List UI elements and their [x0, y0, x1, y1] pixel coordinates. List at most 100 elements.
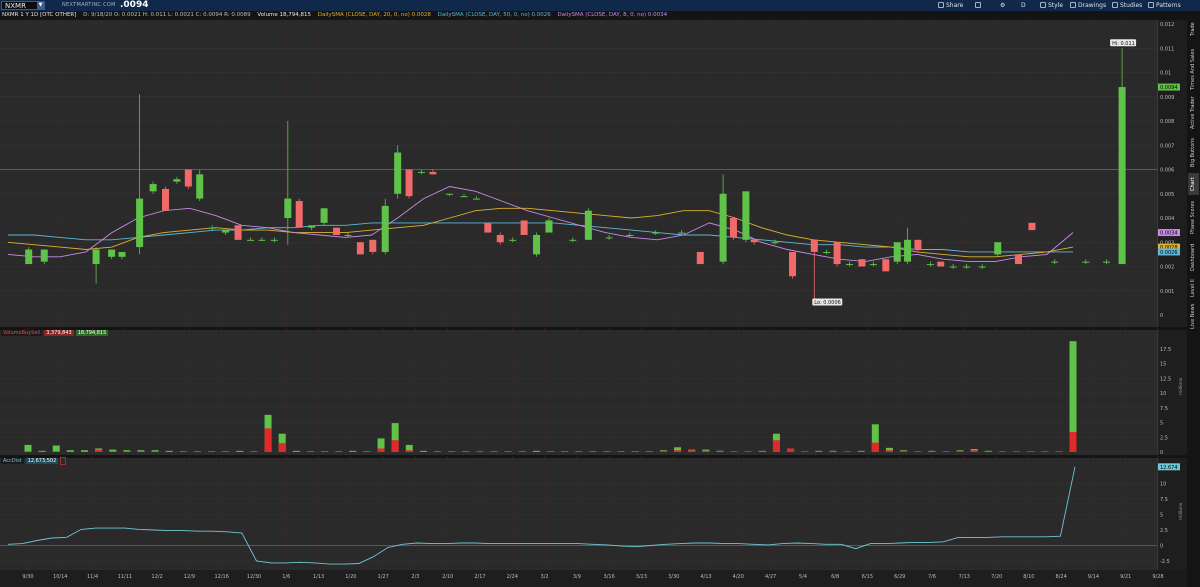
- candle-up: [719, 193, 727, 262]
- x-tick-label: 8/10: [1023, 574, 1034, 580]
- candle-up: [308, 225, 316, 228]
- x-tick-label: 6/15: [862, 574, 873, 580]
- candle-up: [545, 220, 553, 233]
- lo-label: Lo: 0.0006: [814, 300, 841, 306]
- volume-bar-sell: [137, 451, 145, 452]
- accdist-study-label[interactable]: AccDist 12,673,502: [1, 457, 68, 465]
- price-tick-label: 0.011: [1160, 46, 1174, 52]
- volume-tick-label: 5: [1160, 421, 1163, 427]
- price-tick-label: 0.007: [1160, 143, 1174, 149]
- candle-down: [356, 242, 364, 255]
- x-tick-label: 10/14: [53, 574, 67, 580]
- price-tick-label: 0.012: [1160, 22, 1174, 28]
- candle-up: [584, 210, 592, 240]
- tab-live-news[interactable]: Live News: [1188, 301, 1199, 331]
- volume-bar-sell: [659, 450, 667, 452]
- price-tick-label: 0.005: [1160, 192, 1174, 198]
- accdist-tick-label: 7.5: [1160, 497, 1168, 503]
- volume-bar-sell: [278, 443, 286, 452]
- candle-up: [678, 232, 686, 234]
- candle-down: [696, 251, 704, 265]
- volume-study-label[interactable]: VolumeBuySell 3,379,843 18,794,815: [1, 330, 110, 337]
- volume-tick-label: 10: [1160, 391, 1166, 397]
- candle-up: [196, 174, 204, 199]
- candle-down: [833, 242, 841, 265]
- candle-down: [1014, 254, 1022, 265]
- price-tick-label: 0: [1160, 313, 1163, 319]
- volume-buy-value: 18,794,815: [75, 330, 109, 336]
- x-tick-label: 3/2: [541, 574, 549, 580]
- x-tick-label: 4/27: [765, 574, 776, 580]
- candle-down: [810, 239, 818, 252]
- side-tab-strip: Trade Times And Sales Active Trader Big …: [1187, 11, 1200, 587]
- x-tick-label: 9/30: [22, 574, 33, 580]
- tab-level-ii[interactable]: Level II: [1188, 277, 1199, 299]
- volume-bar-sell: [52, 451, 60, 452]
- volume-bar-sell: [984, 451, 992, 452]
- tab-big-buttons[interactable]: Big Buttons: [1188, 135, 1199, 171]
- accdist-line: [7, 466, 1076, 565]
- candle-up: [320, 208, 328, 223]
- tab-dashboard[interactable]: Dashboard: [1188, 239, 1199, 275]
- x-tick-label: 12/9: [184, 574, 195, 580]
- candle-up: [652, 232, 660, 234]
- volume-bar-sell: [24, 451, 32, 452]
- x-tick-label: 9/21: [1120, 574, 1131, 580]
- candle-up: [418, 171, 426, 173]
- volume-bar-sell: [871, 442, 879, 452]
- candle-up: [846, 264, 854, 266]
- volume-bar-buy: [24, 444, 32, 452]
- x-tick-label: 5/4: [799, 574, 807, 580]
- tab-chart[interactable]: Chart: [1188, 173, 1199, 195]
- candle-down: [520, 220, 528, 235]
- candle-down: [484, 222, 492, 233]
- tab-phase-scores[interactable]: Phase Scores: [1188, 197, 1199, 237]
- volume-bar-sell: [815, 451, 823, 452]
- candle-up: [381, 205, 389, 252]
- candle-up: [904, 239, 912, 262]
- volume-bar-sell: [758, 451, 766, 452]
- tab-active-trader[interactable]: Active Trader: [1188, 93, 1199, 133]
- candle-up: [394, 152, 402, 194]
- accdist-settings-icon[interactable]: [60, 457, 67, 465]
- volume-tick-label: 2.5: [1160, 435, 1168, 441]
- candle-down: [234, 225, 242, 240]
- candle-down: [333, 227, 341, 235]
- accdist-tick-label: 10: [1160, 481, 1166, 487]
- x-tick-label: 4/13: [700, 574, 711, 580]
- candle-up: [1082, 261, 1090, 263]
- price-tick-label: 0.004: [1160, 216, 1174, 222]
- x-tick-label: 12/2: [152, 574, 163, 580]
- price-tick-label: 0.009: [1160, 95, 1174, 101]
- tab-times-and-sales[interactable]: Times And Sales: [1188, 47, 1199, 91]
- candle-up: [149, 184, 157, 192]
- candle-down: [882, 259, 890, 272]
- sma50-line: [8, 222, 1073, 253]
- x-tick-label: 7/20: [991, 574, 1002, 580]
- volume-unit-label: millions: [1178, 377, 1184, 395]
- volume-tick-label: 17.5: [1160, 347, 1171, 353]
- accdist-tick-label: 0: [1160, 544, 1163, 550]
- volume-bar-sell: [772, 440, 780, 452]
- x-tick-label: 12/16: [215, 574, 229, 580]
- candle-up: [222, 230, 230, 233]
- price-tick-label: 0.006: [1160, 168, 1174, 174]
- x-tick-label: 3/16: [604, 574, 615, 580]
- candle-up: [994, 242, 1002, 255]
- candle-down: [789, 251, 797, 277]
- candle-up: [605, 237, 613, 239]
- volume-bar-sell: [885, 450, 893, 452]
- volume-bar-sell: [928, 451, 936, 452]
- candle-up: [25, 249, 33, 265]
- volume-bar-sell: [702, 450, 710, 452]
- volume-study-name: VolumeBuySell: [1, 330, 43, 336]
- candle-up: [978, 266, 986, 268]
- accdist-tag-text: 12.674: [1160, 465, 1178, 471]
- volume-bar-sell: [674, 450, 682, 452]
- candle-up: [460, 196, 468, 198]
- candle-up: [118, 251, 126, 257]
- candle-down: [496, 234, 504, 243]
- volume-bar-sell: [405, 450, 413, 452]
- chart-svg: 9/30 10/14 11/4 11/11 12/2 12/9 12/16 12/30 1/6 1…: [0, 20, 1184, 580]
- tab-trade[interactable]: Trade: [1188, 13, 1199, 45]
